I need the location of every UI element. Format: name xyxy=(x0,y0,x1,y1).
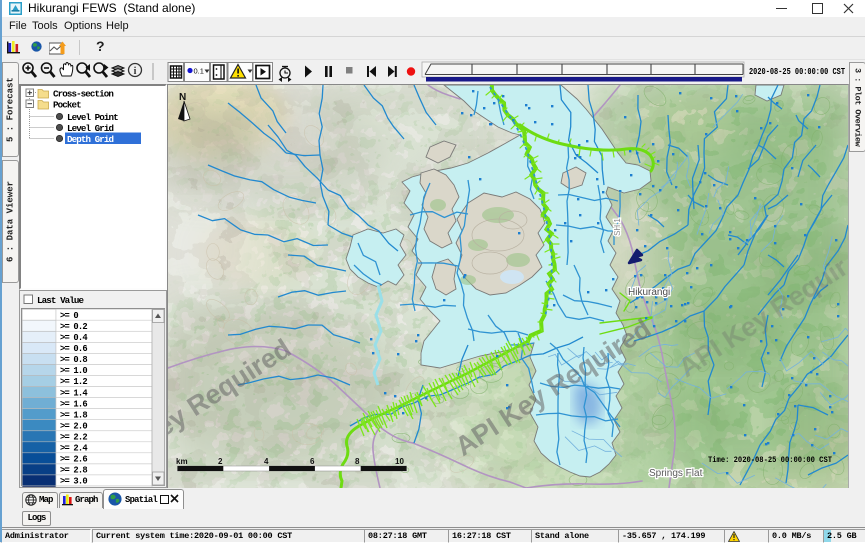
svg-text:Springs Flat: Springs Flat xyxy=(649,468,703,479)
svg-text:8: 8 xyxy=(355,457,360,466)
svg-text:4: 4 xyxy=(264,457,269,466)
svg-text:>= 1.2: >= 1.2 xyxy=(60,377,87,387)
svg-text:>= 1.4: >= 1.4 xyxy=(60,388,88,398)
svg-text:2020-08-25 00:00:00 CST: 2020-08-25 00:00:00 CST xyxy=(749,66,845,77)
svg-text:i: i xyxy=(134,66,137,77)
svg-text:>= 0.8: >= 0.8 xyxy=(60,355,87,365)
svg-text:6: 6 xyxy=(310,457,315,466)
svg-text:2: 2 xyxy=(218,457,223,466)
svg-text:Cross-section: Cross-section xyxy=(53,89,113,100)
svg-text:0.1: 0.1 xyxy=(194,67,204,76)
svg-text:10: 10 xyxy=(395,457,404,466)
svg-text:>= 2.8: >= 2.8 xyxy=(60,466,87,476)
svg-text:>= 2.2: >= 2.2 xyxy=(60,432,87,442)
svg-text:Time: 2020-08-25 00:00:00 CST: Time: 2020-08-25 00:00:00 CST xyxy=(708,455,832,465)
svg-text:Level Grid: Level Grid xyxy=(67,123,114,134)
svg-text:Pocket: Pocket xyxy=(53,100,81,111)
svg-text:>= 2.0: >= 2.0 xyxy=(60,421,87,431)
svg-text:Hikurangi: Hikurangi xyxy=(628,287,670,298)
svg-text:>= 0.4: >= 0.4 xyxy=(60,333,88,343)
svg-text:SH 1: SH 1 xyxy=(613,218,622,236)
svg-text:Level Point: Level Point xyxy=(67,112,118,123)
svg-text:Last Value: Last Value xyxy=(37,295,85,306)
svg-text:>= 0: >= 0 xyxy=(60,311,78,321)
svg-text:>= 1.0: >= 1.0 xyxy=(60,366,87,376)
svg-text:>= 3.0: >= 3.0 xyxy=(60,477,87,487)
svg-text:>= 0.2: >= 0.2 xyxy=(60,322,87,332)
svg-text:>= 2.4: >= 2.4 xyxy=(60,444,88,454)
svg-text:>= 1.8: >= 1.8 xyxy=(60,410,87,420)
svg-text:Depth Grid: Depth Grid xyxy=(67,134,114,145)
svg-text:>= 0.6: >= 0.6 xyxy=(60,344,87,354)
svg-text:>= 1.6: >= 1.6 xyxy=(60,399,87,409)
svg-text:km: km xyxy=(176,457,188,466)
svg-text:>= 2.6: >= 2.6 xyxy=(60,455,87,465)
svg-text:N: N xyxy=(179,92,186,103)
